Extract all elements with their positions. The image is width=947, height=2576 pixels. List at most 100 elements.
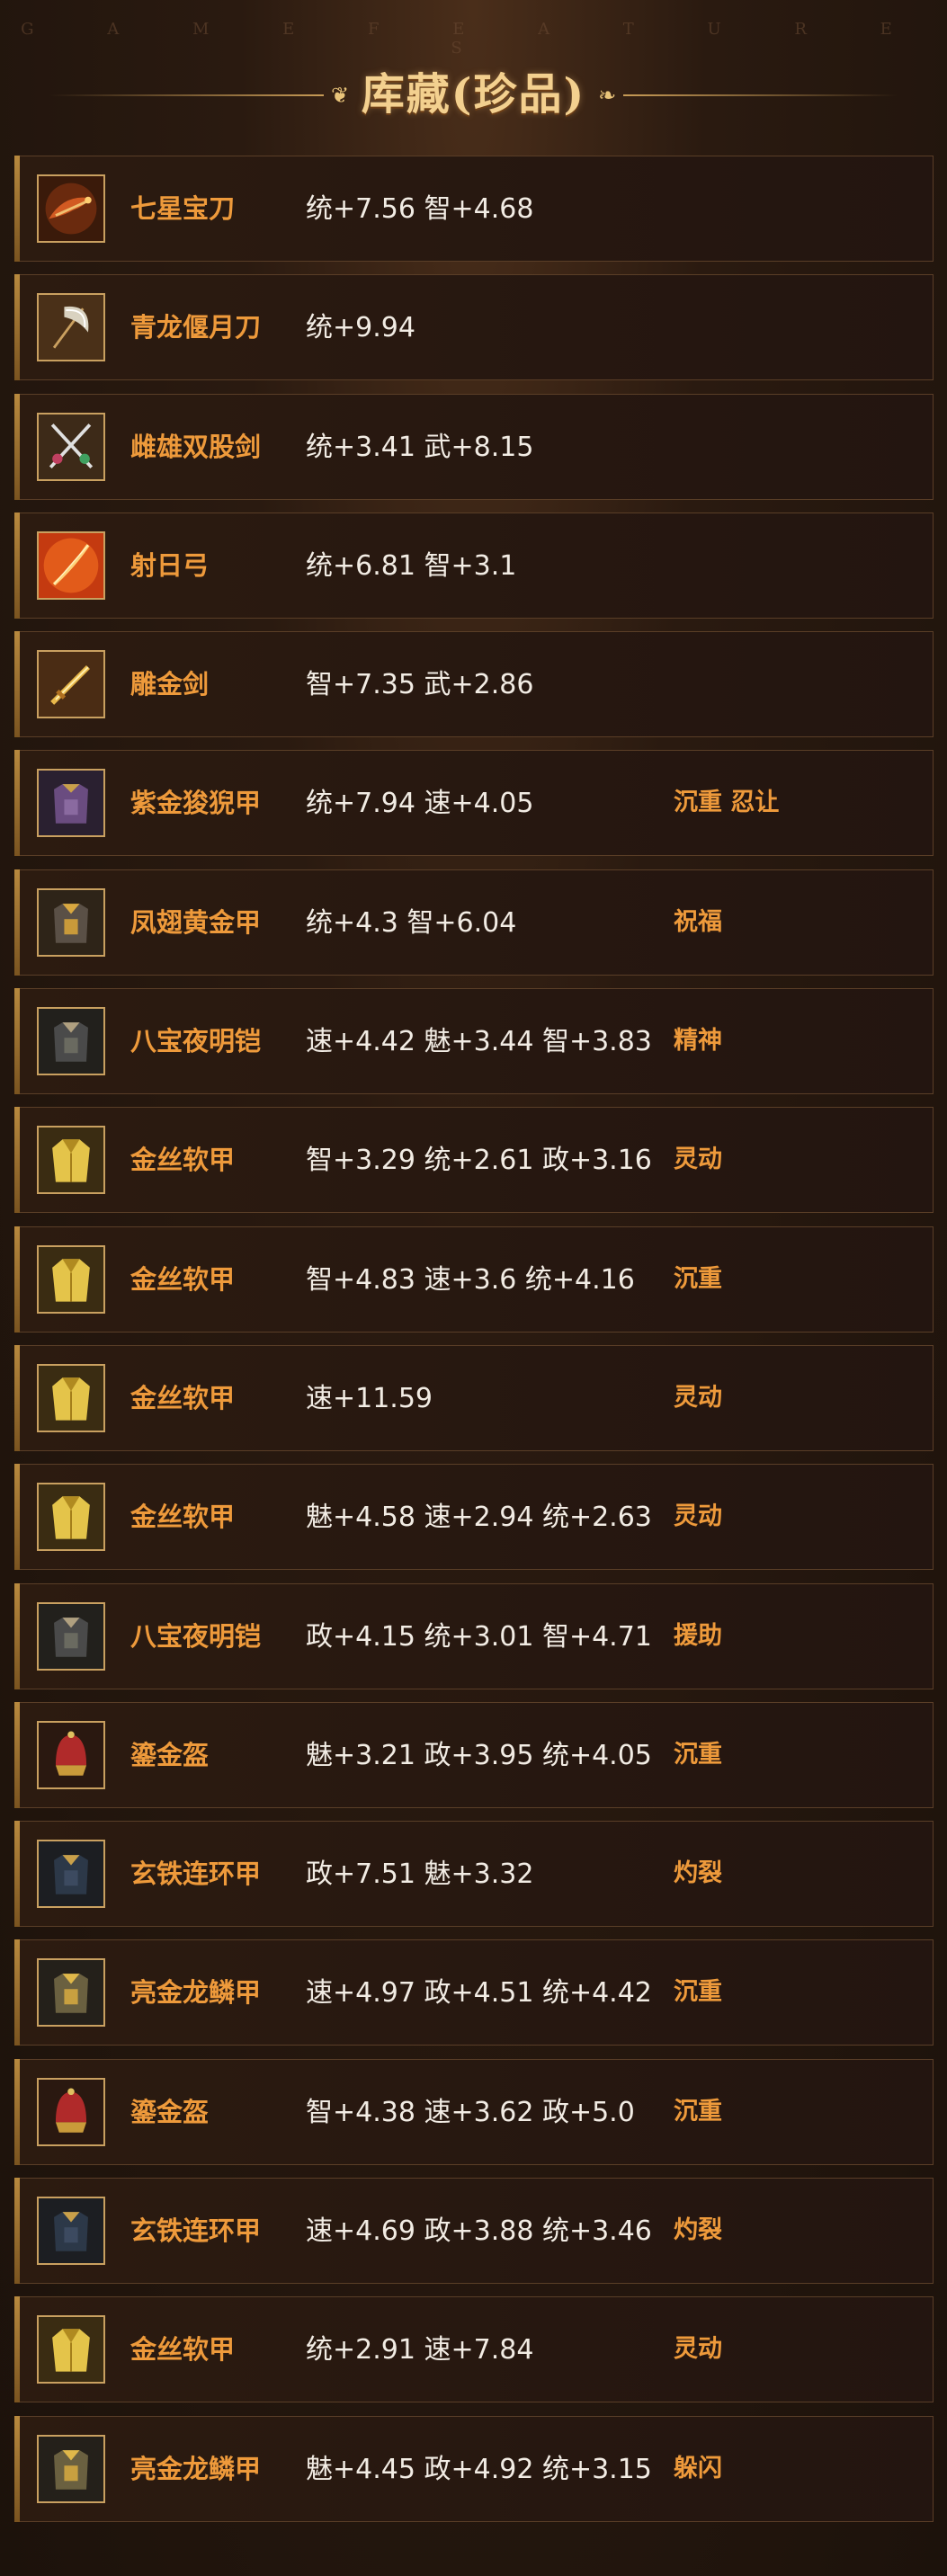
item-trait: 灵动	[674, 1502, 722, 1531]
treasure-row[interactable]: 玄铁连环甲 政+7.51 魅+3.32 灼裂	[14, 1821, 934, 1928]
item-stats: 魅+4.45 政+4.92 统+3.15	[306, 2453, 652, 2485]
item-trait: 精神	[674, 1027, 722, 1056]
treasure-row[interactable]: 射日弓 统+6.81 智+3.1	[14, 512, 934, 619]
item-name: 玄铁连环甲	[130, 1858, 262, 1890]
item-trait: 援助	[674, 1621, 722, 1650]
treasure-row[interactable]: 金丝软甲 速+11.59 灵动	[14, 1344, 934, 1451]
gold-vest-icon	[37, 2315, 105, 2384]
treasure-row[interactable]: 亮金龙鳞甲 速+4.97 政+4.51 统+4.42 沉重	[14, 1939, 934, 2046]
item-name: 雕金剑	[130, 669, 210, 700]
treasure-row[interactable]: 凤翅黄金甲 统+4.3 智+6.04 祝福	[14, 869, 934, 976]
item-name: 鎏金盔	[130, 1739, 210, 1770]
treasure-row[interactable]: 金丝软甲 智+3.29 统+2.61 政+3.16 灵动	[14, 1107, 934, 1214]
treasure-row[interactable]: 玄铁连环甲 速+4.69 政+3.88 统+3.46 灼裂	[14, 2178, 934, 2285]
item-name: 玄铁连环甲	[130, 2215, 262, 2247]
item-name: 七星宝刀	[130, 193, 236, 224]
item-trait: 沉重	[674, 1978, 722, 2007]
gold-vest-icon	[37, 1363, 105, 1432]
scroll-ornament-icon: ❧	[597, 83, 617, 108]
treasure-row[interactable]: 鎏金盔 魅+3.21 政+3.95 统+4.05 沉重	[14, 1701, 934, 1808]
item-name: 八宝夜明铠	[130, 1620, 262, 1652]
item-stats: 速+4.42 魅+3.44 智+3.83	[306, 1026, 652, 1058]
crescent-blade-icon	[37, 293, 105, 362]
dark-armor-icon	[37, 1601, 105, 1671]
treasure-row[interactable]: 亮金龙鳞甲 魅+4.45 政+4.92 统+3.15 躲闪	[14, 2415, 934, 2522]
item-stats: 统+2.91 速+7.84	[306, 2334, 534, 2367]
gold-vest-icon	[37, 1244, 105, 1314]
treasure-list: 七星宝刀 统+7.56 智+4.68 青龙偃月刀 统+9.94 雌雄双股剑 统+…	[14, 156, 934, 2535]
item-name: 雌雄双股剑	[130, 431, 262, 462]
treasure-row[interactable]: 雕金剑 智+7.35 武+2.86	[14, 631, 934, 738]
gold-sword-icon	[37, 650, 105, 719]
item-stats: 统+4.3 智+6.04	[306, 906, 517, 939]
treasure-row[interactable]: 八宝夜明铠 速+4.42 魅+3.44 智+3.83 精神	[14, 988, 934, 1095]
iron-armor-icon	[37, 1840, 105, 1909]
item-trait: 灵动	[674, 2335, 722, 2364]
item-stats: 速+11.59	[306, 1382, 433, 1414]
item-name: 金丝软甲	[130, 1382, 236, 1413]
item-name: 亮金龙鳞甲	[130, 2453, 262, 2484]
title-divider-right	[623, 94, 898, 96]
item-stats: 统+6.81 智+3.1	[306, 549, 517, 582]
item-stats: 魅+4.58 速+2.94 统+2.63	[306, 1502, 652, 1534]
item-stats: 统+7.94 速+4.05	[306, 788, 534, 820]
item-stats: 魅+3.21 政+3.95 统+4.05	[306, 1739, 652, 1771]
item-trait: 沉重	[674, 2097, 722, 2126]
item-name: 金丝软甲	[130, 1502, 236, 1533]
item-name: 金丝软甲	[130, 2334, 236, 2366]
dragon-scale-armor-icon	[37, 2434, 105, 2503]
item-trait: 沉重 忍让	[674, 789, 780, 817]
item-name: 凤翅黄金甲	[130, 906, 262, 938]
item-stats: 统+3.41 武+8.15	[306, 431, 534, 463]
item-name: 亮金龙鳞甲	[130, 1977, 262, 2009]
treasure-row[interactable]: 紫金狻猊甲 统+7.94 速+4.05 沉重 忍让	[14, 750, 934, 857]
treasure-row[interactable]: 鎏金盔 智+4.38 速+3.62 政+5.0 沉重	[14, 2058, 934, 2165]
item-trait: 沉重	[674, 1740, 722, 1769]
item-stats: 统+9.94	[306, 312, 415, 344]
dark-armor-icon	[37, 1007, 105, 1076]
item-trait: 灵动	[674, 1145, 722, 1174]
treasure-row[interactable]: 金丝软甲 统+2.91 速+7.84 灵动	[14, 2296, 934, 2403]
item-name: 鎏金盔	[130, 2096, 210, 2127]
item-trait: 灵动	[674, 1383, 722, 1412]
golden-armor-icon	[37, 887, 105, 957]
treasure-row[interactable]: 七星宝刀 统+7.56 智+4.68	[14, 156, 934, 262]
item-stats: 速+4.97 政+4.51 统+4.42	[306, 1977, 652, 2010]
item-name: 金丝软甲	[130, 1263, 236, 1295]
purple-armor-icon	[37, 769, 105, 838]
dragon-scale-armor-icon	[37, 1958, 105, 2028]
helmet-icon	[37, 1720, 105, 1789]
item-name: 紫金狻猊甲	[130, 788, 262, 819]
treasure-row[interactable]: 金丝软甲 魅+4.58 速+2.94 统+2.63 灵动	[14, 1464, 934, 1571]
helmet-icon	[37, 2077, 105, 2146]
item-name: 八宝夜明铠	[130, 1026, 262, 1057]
item-name: 金丝软甲	[130, 1145, 236, 1176]
header-watermark: G A M E F E A T U R E S	[21, 20, 926, 58]
item-trait: 躲闪	[674, 2454, 722, 2482]
gold-vest-icon	[37, 1483, 105, 1552]
twin-swords-icon	[37, 412, 105, 481]
item-stats: 智+7.35 武+2.86	[306, 669, 534, 701]
bow-icon	[37, 530, 105, 600]
item-stats: 智+3.29 统+2.61 政+3.16	[306, 1145, 652, 1177]
item-trait: 沉重	[674, 1264, 722, 1293]
dragon-sword-icon	[37, 174, 105, 243]
item-name: 青龙偃月刀	[130, 312, 262, 343]
item-stats: 智+4.38 速+3.62 政+5.0	[306, 2096, 635, 2128]
treasure-row[interactable]: 雌雄双股剑 统+3.41 武+8.15	[14, 393, 934, 500]
treasure-row[interactable]: 金丝软甲 智+4.83 速+3.6 统+4.16 沉重	[14, 1226, 934, 1333]
treasure-row[interactable]: 八宝夜明铠 政+4.15 统+3.01 智+4.71 援助	[14, 1582, 934, 1689]
title-banner: ❦ 库藏(珍品) ❧	[0, 63, 947, 126]
item-stats: 政+7.51 魅+3.32	[306, 1858, 534, 1891]
item-trait: 灼裂	[674, 2216, 722, 2245]
page-header: G A M E F E A T U R E S ❦ 库藏(珍品) ❧	[0, 0, 947, 153]
item-trait: 祝福	[674, 907, 722, 936]
treasure-row[interactable]: 青龙偃月刀 统+9.94	[14, 274, 934, 381]
gold-vest-icon	[37, 1126, 105, 1195]
item-stats: 统+7.56 智+4.68	[306, 193, 534, 225]
item-stats: 政+4.15 统+3.01 智+4.71	[306, 1620, 652, 1653]
item-name: 射日弓	[130, 549, 210, 581]
item-stats: 速+4.69 政+3.88 统+3.46	[306, 2215, 652, 2248]
item-stats: 智+4.83 速+3.6 统+4.16	[306, 1263, 635, 1296]
item-trait: 灼裂	[674, 1859, 722, 1888]
